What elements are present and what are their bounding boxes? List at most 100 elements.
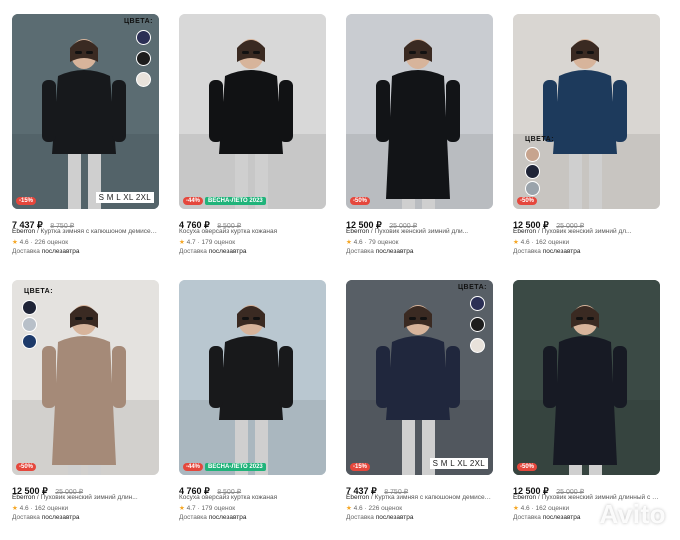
separator: · (197, 239, 200, 246)
product-card[interactable]: -50% 12 500 ₽ 25 000 ₽ Eberron / Пуховик… (346, 14, 493, 257)
title-text: Косуха оверсайз куртка кожаная (179, 494, 278, 501)
delivery-label: Доставка (12, 248, 40, 255)
discount-badge: -44% (183, 197, 204, 205)
product-card[interactable]: ЦВЕТА: -15% S M L XL 2XL 7 437 ₽ 8 750 ₽… (12, 14, 159, 257)
color-swatch[interactable] (136, 51, 151, 66)
model-figure (346, 14, 493, 209)
brand-name: Eberron (513, 494, 537, 501)
star-icon: ★ (346, 505, 352, 512)
reviews-count: 162 оценки (34, 505, 69, 512)
rating-value: 4.7 (186, 505, 196, 512)
product-photo[interactable]: ЦВЕТА: -50% (12, 280, 159, 475)
product-photo[interactable]: ЦВЕТА: -50% (513, 14, 660, 209)
color-swatch[interactable] (470, 338, 485, 353)
color-swatch[interactable] (470, 296, 485, 311)
model-figure (179, 280, 326, 475)
discount-badge: -15% (16, 197, 37, 205)
price-row: 7 437 ₽ 8 750 ₽ (12, 215, 159, 230)
model-figure (513, 280, 660, 475)
product-title[interactable]: Eberron / Куртка зимняя с капюшоном деми… (346, 494, 493, 503)
rating-value: 4.7 (186, 239, 196, 246)
delivery-value: послезавтра (542, 248, 581, 255)
delivery-value: послезавтра (375, 248, 414, 255)
discount-badge: -50% (517, 197, 538, 205)
product-title[interactable]: Eberron / Пуховик женский зимний дли... (346, 228, 493, 237)
color-swatch[interactable] (470, 317, 485, 332)
rating-value: 4.6 (353, 239, 363, 246)
reviews-count: 179 оценок (201, 239, 236, 246)
product-card[interactable]: -44% ВЕСНА-ЛЕТО 2023 4 760 ₽ 8 500 ₽ Кос… (179, 14, 326, 257)
colors-label: ЦВЕТА: (525, 136, 555, 143)
season-badge: ВЕСНА-ЛЕТО 2023 (205, 463, 266, 471)
discount-badge: -50% (350, 197, 371, 205)
price-row: 12 500 ₽ 25 000 ₽ (12, 481, 159, 496)
color-swatch[interactable] (136, 30, 151, 45)
color-swatch[interactable] (22, 334, 37, 349)
colors-label: ЦВЕТА: (123, 18, 153, 25)
product-title[interactable]: Eberron / Куртка зимняя с капюшоном деми… (12, 228, 159, 237)
product-photo[interactable]: -44% ВЕСНА-ЛЕТО 2023 (179, 280, 326, 475)
separator: · (364, 239, 367, 246)
reviews-count: 226 оценок (368, 505, 403, 512)
delivery-value: послезавтра (375, 514, 414, 521)
separator: · (364, 505, 367, 512)
product-card[interactable]: ЦВЕТА: -50% 12 500 ₽ 25 000 ₽ Eberron / … (513, 14, 660, 257)
model-figure (346, 280, 493, 475)
delivery-row: Доставка послезавтра (346, 514, 493, 523)
delivery-label: Доставка (513, 514, 541, 521)
brand-name: Eberron (12, 228, 36, 235)
delivery-value: послезавтра (208, 248, 247, 255)
color-swatch[interactable] (525, 164, 540, 179)
title-text: Пуховик женский зимний длин... (40, 494, 138, 501)
brand-name: Eberron (346, 494, 370, 501)
delivery-row: Доставка послезавтра (12, 248, 159, 257)
avito-watermark: Avito (599, 499, 666, 529)
product-title[interactable]: Косуха оверсайз куртка кожаная (179, 228, 326, 237)
delivery-row: Доставка послезавтра (513, 248, 660, 257)
product-title[interactable]: Eberron / Пуховик женский зимний дл... (513, 228, 660, 237)
rating-row: ★ 4.6 · 226 оценок (12, 238, 159, 247)
product-photo[interactable]: -44% ВЕСНА-ЛЕТО 2023 (179, 14, 326, 209)
price-row: 4 760 ₽ 8 500 ₽ (179, 481, 326, 496)
colors-label: ЦВЕТА: (457, 284, 487, 291)
product-title[interactable]: Косуха оверсайз куртка кожаная (179, 494, 326, 503)
color-swatch[interactable] (525, 181, 540, 196)
product-title[interactable]: Eberron / Пуховик женский зимний длин... (12, 494, 159, 503)
title-text: Куртка зимняя с капюшоном демисезон (374, 494, 493, 501)
product-photo[interactable]: ЦВЕТА: -15% S M L XL 2XL (346, 280, 493, 475)
discount-badge: -44% (183, 463, 204, 471)
title-text: Куртка зимняя с капюшоном демисезон (40, 228, 159, 235)
brand-name: Eberron (12, 494, 36, 501)
product-photo[interactable]: -50% (346, 14, 493, 209)
separator: · (30, 505, 33, 512)
star-icon: ★ (12, 505, 18, 512)
star-icon: ★ (513, 505, 519, 512)
sizes-label: S M L XL 2XL (429, 458, 488, 469)
price-row: 12 500 ₽ 25 000 ₽ (513, 481, 660, 496)
reviews-count: 226 оценок (34, 239, 69, 246)
color-swatch[interactable] (22, 317, 37, 332)
color-swatch[interactable] (525, 147, 540, 162)
product-card[interactable]: ЦВЕТА: -15% S M L XL 2XL 7 437 ₽ 8 750 ₽… (346, 280, 493, 523)
product-card[interactable]: ЦВЕТА: -50% 12 500 ₽ 25 000 ₽ Eberron / … (12, 280, 159, 523)
rating-value: 4.6 (353, 505, 363, 512)
title-text: Пуховик женский зимний дл... (541, 228, 632, 235)
delivery-value: послезавтра (542, 514, 581, 521)
color-swatch[interactable] (136, 72, 151, 87)
sizes-label: S M L XL 2XL (95, 192, 154, 203)
delivery-value: послезавтра (41, 514, 80, 521)
colors-label: ЦВЕТА: (24, 288, 54, 295)
model-figure (513, 14, 660, 209)
color-swatch[interactable] (22, 300, 37, 315)
product-photo[interactable]: -50% (513, 280, 660, 475)
delivery-label: Доставка (179, 248, 207, 255)
product-card[interactable]: -44% ВЕСНА-ЛЕТО 2023 4 760 ₽ 8 500 ₽ Кос… (179, 280, 326, 523)
delivery-row: Доставка послезавтра (346, 248, 493, 257)
reviews-count: 179 оценок (201, 505, 236, 512)
discount-badge: -50% (16, 463, 37, 471)
season-badge: ВЕСНА-ЛЕТО 2023 (205, 197, 266, 205)
product-photo[interactable]: ЦВЕТА: -15% S M L XL 2XL (12, 14, 159, 209)
product-card[interactable]: -50% 12 500 ₽ 25 000 ₽ Eberron / Пуховик… (513, 280, 660, 523)
delivery-value: послезавтра (208, 514, 247, 521)
price-row: 12 500 ₽ 25 000 ₽ (346, 215, 493, 230)
